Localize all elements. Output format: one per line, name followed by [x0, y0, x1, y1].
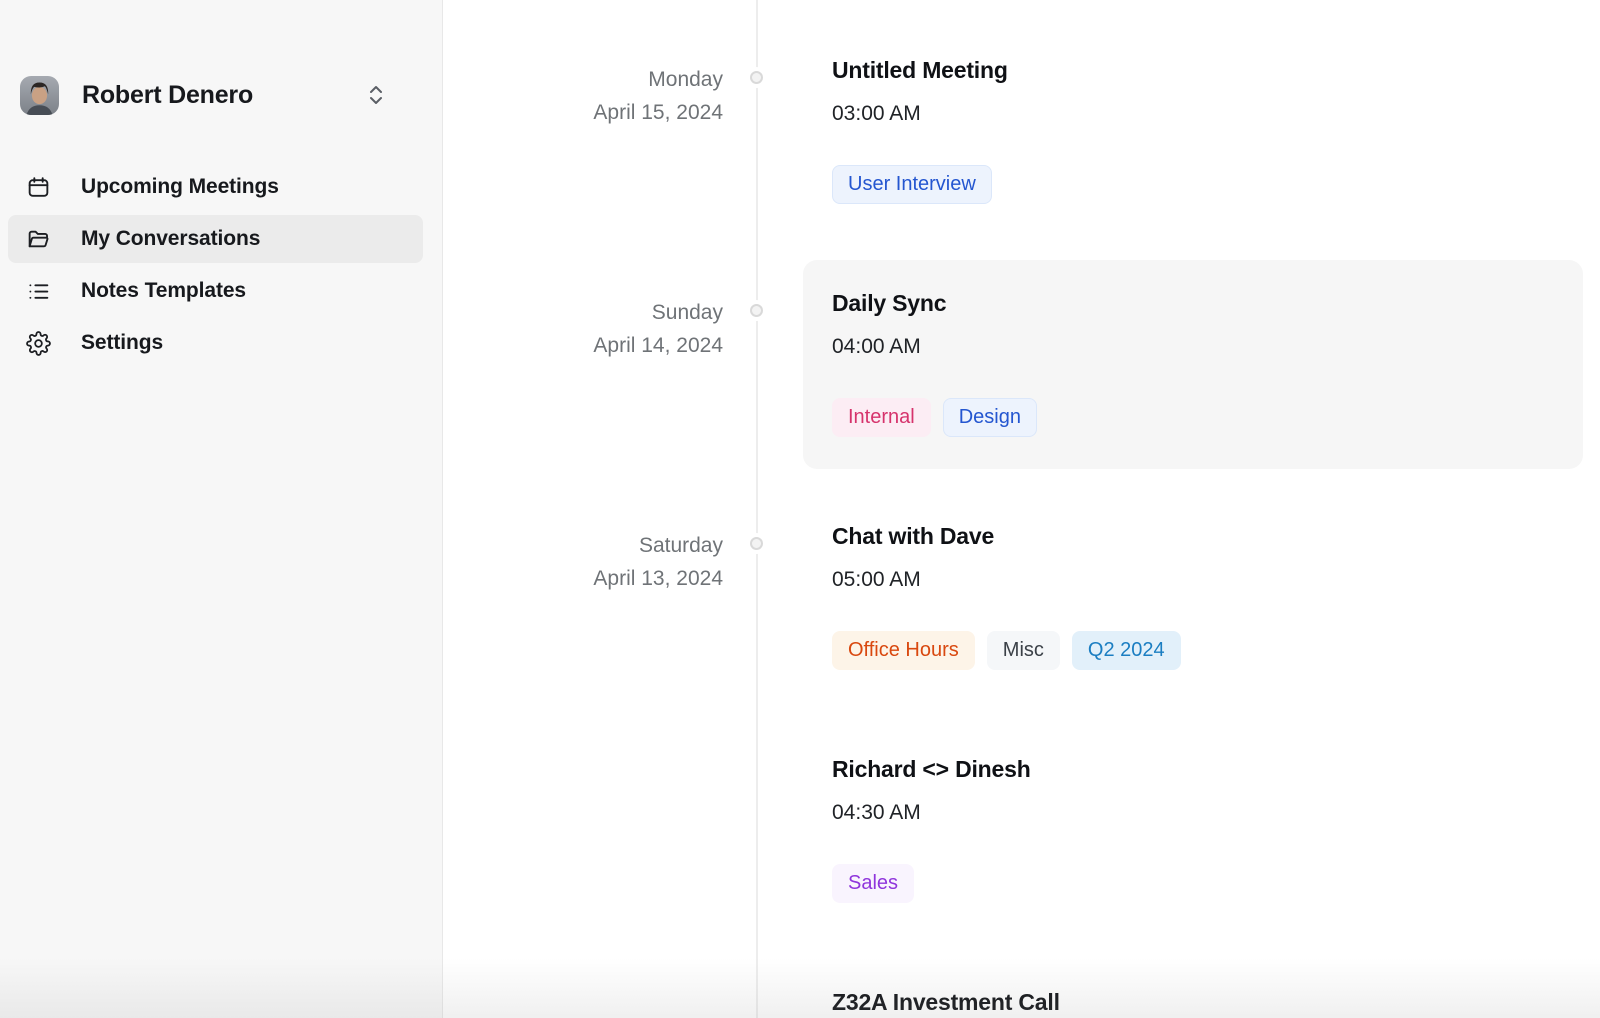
timeline-panel: Monday April 15, 2024 Untitled Meeting 0… — [443, 0, 1600, 1018]
meeting-item[interactable]: Z32A Investment Call — [832, 989, 1600, 1018]
timeline-group: Monday April 15, 2024 Untitled Meeting 0… — [443, 57, 1600, 290]
meeting-time: 05:00 AM — [832, 567, 1600, 592]
date-label: Monday April 15, 2024 — [443, 57, 723, 129]
sidebar-item-label: Upcoming Meetings — [81, 175, 279, 199]
timeline-group: Sunday April 14, 2024 Daily Sync 04:00 A… — [443, 290, 1600, 523]
app-window: Robert Denero Upcoming Meetings My Conve… — [0, 0, 1600, 1018]
date-text: April 13, 2024 — [443, 562, 723, 595]
list-icon — [26, 279, 51, 304]
timeline-group: Saturday April 13, 2024 Chat with Dave 0… — [443, 523, 1600, 1018]
profile-name: Robert Denero — [82, 81, 253, 110]
meeting-tag[interactable]: Misc — [987, 631, 1060, 670]
weekday-label: Saturday — [443, 529, 723, 562]
sidebar-item-label: Settings — [81, 331, 163, 355]
date-text: April 14, 2024 — [443, 329, 723, 362]
date-label: Sunday April 14, 2024 — [443, 290, 723, 362]
sidebar-item-notes-templates[interactable]: Notes Templates — [8, 267, 423, 315]
meeting-tag[interactable]: Sales — [832, 864, 914, 903]
calendar-icon — [26, 175, 51, 200]
gear-icon — [26, 331, 51, 356]
sidebar-item-label: Notes Templates — [81, 279, 246, 303]
timeline-dot — [750, 537, 763, 550]
meeting-time: 04:00 AM — [832, 334, 1600, 359]
date-label: Saturday April 13, 2024 — [443, 523, 723, 595]
meeting-time: 03:00 AM — [832, 101, 1600, 126]
meeting-tag[interactable]: Q2 2024 — [1072, 631, 1181, 670]
date-text: April 15, 2024 — [443, 96, 723, 129]
meeting-tags: Office Hours Misc Q2 2024 — [832, 631, 1600, 670]
chevron-up-down-icon — [368, 84, 384, 106]
meeting-item[interactable]: Untitled Meeting 03:00 AM User Interview — [832, 57, 1600, 290]
meeting-tag[interactable]: User Interview — [832, 165, 992, 204]
meeting-title: Chat with Dave — [832, 523, 1600, 550]
meeting-title: Daily Sync — [832, 290, 1600, 317]
meeting-time: 04:30 AM — [832, 800, 1600, 825]
meeting-title: Z32A Investment Call — [832, 989, 1600, 1016]
meetings-column: Chat with Dave 05:00 AM Office Hours Misc… — [832, 523, 1600, 1018]
meeting-title: Untitled Meeting — [832, 57, 1600, 84]
sidebar-item-my-conversations[interactable]: My Conversations — [8, 215, 423, 263]
meeting-item[interactable]: Daily Sync 04:00 AM Internal Design — [832, 290, 1600, 523]
sidebar: Robert Denero Upcoming Meetings My Conve… — [0, 0, 443, 1018]
avatar — [20, 76, 59, 115]
sidebar-item-label: My Conversations — [81, 227, 260, 251]
sidebar-nav: Upcoming Meetings My Conversations Notes… — [8, 163, 423, 367]
meeting-title: Richard <> Dinesh — [832, 756, 1600, 783]
meeting-tags: Sales — [832, 864, 1600, 903]
profile-switcher[interactable]: Robert Denero — [20, 73, 422, 117]
sidebar-item-upcoming-meetings[interactable]: Upcoming Meetings — [8, 163, 423, 211]
meeting-tags: Internal Design — [832, 398, 1600, 437]
meeting-tag[interactable]: Internal — [832, 398, 931, 437]
weekday-label: Monday — [443, 63, 723, 96]
sidebar-item-settings[interactable]: Settings — [8, 319, 423, 367]
meetings-column: Untitled Meeting 03:00 AM User Interview — [832, 57, 1600, 290]
meeting-tag[interactable]: Office Hours — [832, 631, 975, 670]
timeline-dot — [750, 71, 763, 84]
folder-icon — [26, 227, 51, 252]
meeting-tags: User Interview — [832, 165, 1600, 204]
meeting-item[interactable]: Chat with Dave 05:00 AM Office Hours Misc… — [832, 523, 1600, 756]
timeline-groups: Monday April 15, 2024 Untitled Meeting 0… — [443, 57, 1600, 1018]
weekday-label: Sunday — [443, 296, 723, 329]
meeting-tag[interactable]: Design — [943, 398, 1037, 437]
meetings-column: Daily Sync 04:00 AM Internal Design — [832, 290, 1600, 523]
meeting-item[interactable]: Richard <> Dinesh 04:30 AM Sales — [832, 756, 1600, 989]
timeline-dot — [750, 304, 763, 317]
